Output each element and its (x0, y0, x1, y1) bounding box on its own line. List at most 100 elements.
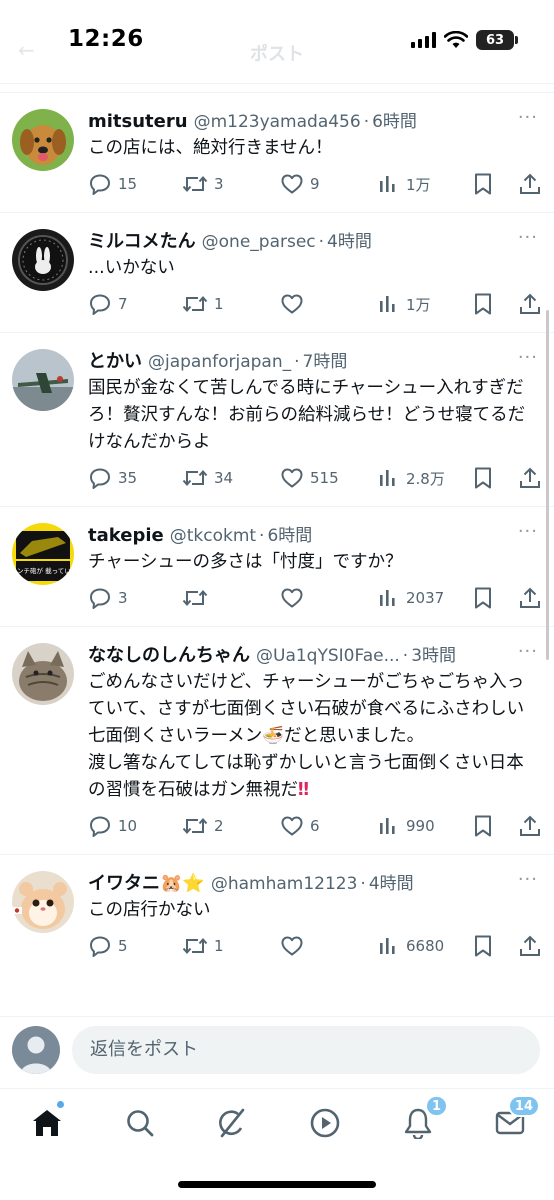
share-button[interactable] (518, 814, 542, 838)
bookmark-button[interactable] (472, 586, 494, 610)
user-avatar[interactable] (12, 871, 74, 933)
user-avatar[interactable]: 46サンチ砲が 載っています (12, 523, 74, 585)
reply-button[interactable]: 15 (88, 172, 137, 196)
reply-text: この店行かない (88, 900, 211, 920)
more-options-icon[interactable]: ··· (518, 869, 538, 890)
repost-button[interactable]: 34 (182, 466, 233, 490)
tab-video[interactable] (305, 1103, 345, 1143)
views-button[interactable]: 2037 (378, 586, 444, 610)
bookmark-button[interactable] (472, 172, 494, 196)
user-avatar[interactable] (12, 109, 74, 171)
user-avatar[interactable] (12, 643, 74, 705)
share-button[interactable] (518, 466, 542, 490)
bookmark-button[interactable] (472, 814, 494, 838)
bookmark-button[interactable] (472, 934, 494, 958)
user-handle[interactable]: @hamham12123 (211, 874, 358, 894)
user-handle[interactable]: @m123yamada456 (194, 112, 361, 132)
display-name[interactable]: ミルコメたん (88, 227, 196, 253)
tab-notifications[interactable]: 1 (398, 1095, 448, 1143)
user-handle[interactable]: @tkcokmt (170, 526, 256, 546)
my-avatar[interactable] (12, 1026, 60, 1074)
messages-badge: 14 (507, 1095, 540, 1117)
reply-item[interactable]: ··· とかい @japanforjapan_ · 7時間 国民が金なくて苦しんでる時にチ… (0, 332, 554, 506)
views-button[interactable]: 990 (378, 814, 435, 838)
bookmark-button[interactable] (472, 466, 494, 490)
reply-button[interactable]: 35 (88, 466, 137, 490)
view-count: 1万 (406, 175, 431, 194)
display-name[interactable]: とかい (88, 347, 142, 373)
bookmark-icon (475, 173, 491, 195)
bookmark-icon (475, 815, 491, 837)
user-handle[interactable]: @japanforjapan_ (148, 352, 291, 372)
reply-text: ...いかない (88, 258, 175, 278)
reply-button[interactable]: 10 (88, 814, 137, 838)
bookmark-button[interactable] (472, 292, 494, 316)
views-button[interactable]: 6680 (378, 934, 444, 958)
reply-item[interactable]: 46サンチ砲が 載っています ··· takepie @tkcokmt·6時間チャーシ… (0, 506, 554, 626)
reply-item[interactable]: ··· ななしのしんちゃん @Ua1qYSI0Fae... · 3時間 ごめんなさいだけど… (0, 626, 554, 854)
reply-button[interactable]: 7 (88, 292, 128, 316)
tab-search[interactable] (120, 1103, 160, 1143)
timestamp[interactable]: 6時間 (372, 107, 417, 132)
share-button[interactable] (518, 172, 542, 196)
reply-button[interactable]: 5 (88, 934, 128, 958)
display-name[interactable]: takepie (88, 525, 164, 546)
like-button[interactable]: 515 (280, 466, 339, 490)
timestamp[interactable]: 3時間 (411, 641, 456, 666)
reply-item[interactable]: ··· mitsuteru @m123yamada456 · 6時間 この店には、絶対行き… (0, 92, 554, 212)
user-avatar[interactable] (12, 229, 74, 291)
timestamp[interactable]: 4時間 (327, 227, 372, 252)
view-count: 2.8万 (406, 469, 445, 488)
grok-icon (219, 1108, 245, 1138)
user-handle[interactable]: @one_parsec (202, 232, 316, 252)
display-name[interactable]: イワタニ🐹⭐ (88, 869, 205, 895)
display-name[interactable]: mitsuteru (88, 111, 188, 132)
bookmark-icon (475, 587, 491, 609)
timestamp[interactable]: 6時間 (267, 521, 312, 546)
views-button[interactable]: 1万 (378, 292, 431, 316)
reply-item[interactable]: ··· ミルコメたん @one_parsec · 4時間 ...いかない 7 1 1万 (0, 212, 554, 332)
views-button[interactable]: 1万 (378, 172, 431, 196)
user-handle[interactable]: @Ua1qYSI0Fae... (256, 646, 400, 666)
views-button[interactable]: 2.8万 (378, 466, 445, 490)
like-button[interactable]: 6 (280, 814, 320, 838)
tab-home[interactable] (27, 1100, 67, 1143)
top-bar: ← ポスト 12:26 63 (0, 0, 554, 84)
reply-icon (90, 816, 110, 837)
reply-button[interactable]: 3 (88, 586, 128, 610)
more-options-icon[interactable]: ··· (518, 347, 538, 368)
reply-input[interactable]: 返信をポスト (72, 1026, 540, 1074)
separator-dot: · (360, 874, 366, 894)
share-button[interactable] (518, 586, 542, 610)
tab-messages[interactable]: 14 (490, 1095, 540, 1143)
reply-item[interactable]: ··· イワタニ🐹⭐ @hamham12123 · 4時間この店行かない 5 1 6680 (0, 854, 554, 974)
tab-grok[interactable] (212, 1103, 252, 1143)
share-button[interactable] (518, 292, 542, 316)
reply-header: イワタニ🐹⭐ @hamham12123 · 4時間 (88, 869, 540, 895)
like-button[interactable]: 9 (280, 172, 320, 196)
like-count: 6 (310, 817, 320, 835)
separator-dot: · (259, 526, 265, 546)
more-options-icon[interactable]: ··· (518, 107, 538, 128)
more-options-icon[interactable]: ··· (518, 227, 538, 248)
like-button[interactable] (280, 586, 310, 610)
share-button[interactable] (518, 934, 542, 958)
separator-dot: · (402, 646, 409, 666)
repost-button[interactable] (182, 586, 214, 610)
more-options-icon[interactable]: ··· (518, 641, 538, 662)
timestamp[interactable]: 7時間 (303, 347, 348, 372)
user-avatar[interactable] (12, 349, 74, 411)
display-name[interactable]: ななしのしんちゃん (88, 641, 250, 667)
like-button[interactable] (280, 934, 310, 958)
repost-button[interactable]: 2 (182, 814, 224, 838)
repost-button[interactable]: 1 (182, 934, 224, 958)
repost-button[interactable]: 1 (182, 292, 224, 316)
like-button[interactable] (280, 292, 310, 316)
repost-button[interactable]: 3 (182, 172, 224, 196)
scrollbar[interactable] (546, 310, 549, 660)
more-options-icon[interactable]: ··· (518, 521, 538, 542)
reply-header: mitsuteru @m123yamada456 · 6時間 (88, 107, 540, 133)
action-bar: 7 1 1万 (88, 282, 542, 332)
timestamp[interactable]: 4時間 (369, 869, 414, 894)
reply-count: 3 (118, 589, 128, 607)
